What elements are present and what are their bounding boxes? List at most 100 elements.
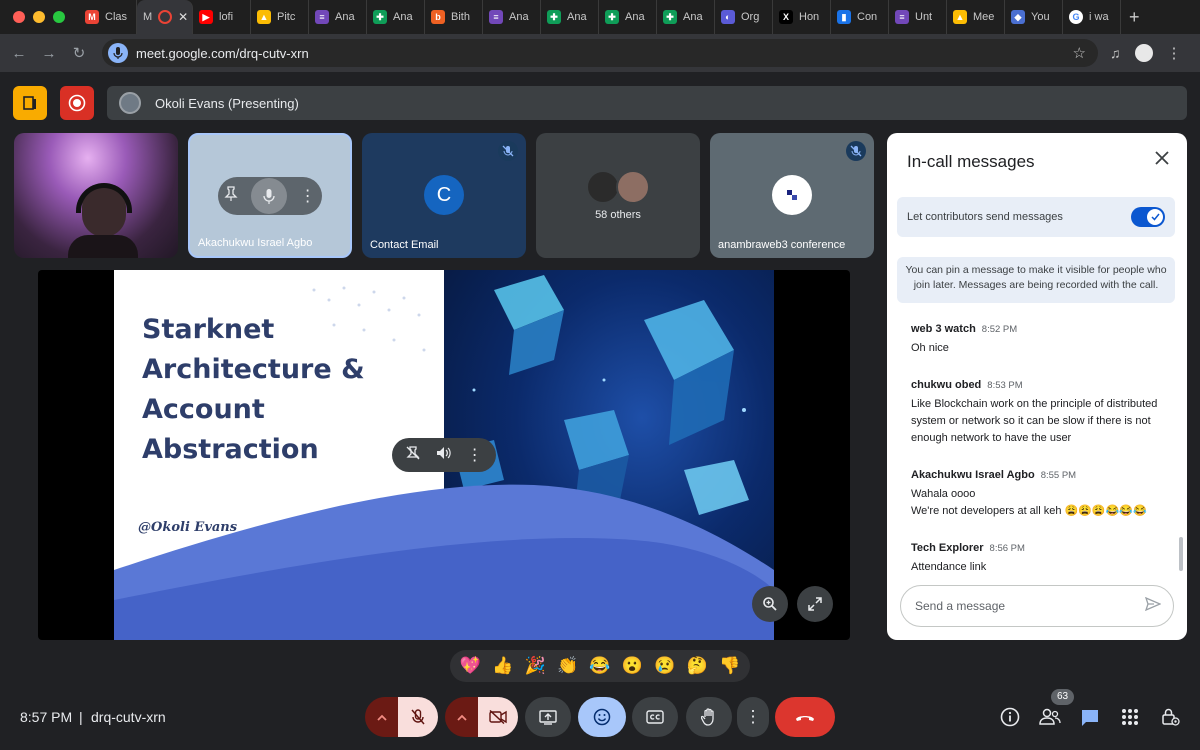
bookmark-star-icon[interactable]: ☆ xyxy=(1073,44,1086,62)
reaction-thumbs-down[interactable]: 👎 xyxy=(716,656,744,676)
browser-tab[interactable]: Gi wa xyxy=(1063,0,1121,34)
send-icon[interactable] xyxy=(1144,596,1162,616)
url-text[interactable]: meet.google.com/drq-cutv-xrn xyxy=(136,46,1073,61)
participant-tile-camera[interactable] xyxy=(14,133,178,258)
hand-icon xyxy=(701,708,714,726)
browser-tab[interactable]: ≡ Unt xyxy=(889,0,947,34)
maximize-window-button[interactable] xyxy=(53,11,65,23)
participant-tile-akachukwu[interactable]: ⋮ Akachukwu Israel Agbo xyxy=(188,133,352,258)
meeting-details-icon[interactable] xyxy=(998,705,1022,729)
browser-tab[interactable]: ✚ Ana xyxy=(599,0,657,34)
microphone-button[interactable] xyxy=(398,697,438,737)
allow-messages-toggle[interactable] xyxy=(1131,207,1165,227)
analytics-icon: ▮ xyxy=(837,10,851,24)
unpin-icon[interactable] xyxy=(405,445,421,466)
pin-icon[interactable] xyxy=(224,185,238,207)
people-icon[interactable] xyxy=(1038,705,1062,729)
message-text: Oh nice xyxy=(911,342,949,354)
host-controls-icon[interactable] xyxy=(1158,705,1182,729)
close-window-button[interactable] xyxy=(13,11,25,23)
participant-tile-others[interactable]: 58 others xyxy=(536,133,700,258)
browser-tab[interactable]: ≡ Ana xyxy=(309,0,367,34)
reaction-thumbs-up[interactable]: 👍 xyxy=(489,656,517,676)
close-panel-button[interactable] xyxy=(1155,151,1169,170)
app-icon: ◆ xyxy=(1011,10,1025,24)
browser-tab[interactable]: ▮ Con xyxy=(831,0,889,34)
more-options-icon[interactable]: ⋮ xyxy=(467,445,483,465)
back-icon[interactable]: ← xyxy=(4,45,34,62)
tab-label: Unt xyxy=(915,11,933,23)
volume-icon[interactable] xyxy=(436,446,452,465)
camera-button[interactable] xyxy=(478,697,518,737)
camera-off-icon xyxy=(489,710,507,724)
recording-button[interactable] xyxy=(60,86,94,120)
google-sheets-icon: ✚ xyxy=(373,10,387,24)
browser-tab[interactable]: b Bith xyxy=(425,0,483,34)
raise-hand-button[interactable] xyxy=(686,697,732,737)
browser-tab[interactable]: ▲ Pitc xyxy=(251,0,309,34)
media-control-icon[interactable]: ♫ xyxy=(1110,45,1121,61)
presentation-stage[interactable]: Starknet Architecture & Account Abstract… xyxy=(38,270,850,640)
reaction-sparkling-heart[interactable]: 💖 xyxy=(456,656,484,676)
browser-tab[interactable]: ≡ Ana xyxy=(483,0,541,34)
browser-tab[interactable]: ◐ Org xyxy=(715,0,773,34)
participant-name: anambraweb3 conference xyxy=(718,239,846,251)
zoom-button[interactable] xyxy=(752,586,788,622)
chat-icon[interactable] xyxy=(1078,705,1102,729)
video-options-button[interactable] xyxy=(445,697,478,737)
mic-off-icon xyxy=(411,709,425,725)
reaction-clapping[interactable]: 👏 xyxy=(554,656,582,676)
reaction-party-popper[interactable]: 🎉 xyxy=(521,656,549,676)
reaction-thinking[interactable]: 🤔 xyxy=(683,656,711,676)
tab-label: Org xyxy=(741,11,760,23)
chat-message: Tech Explorer 8:56 PM Attendance link xyxy=(911,542,1167,576)
more-options-icon[interactable]: ⋮ xyxy=(300,186,316,206)
participant-tile-contact-email[interactable]: C Contact Email xyxy=(362,133,526,258)
browser-tab[interactable]: M Clas xyxy=(79,0,137,34)
companion-mode-button[interactable] xyxy=(13,86,47,120)
close-tab-icon[interactable]: ✕ xyxy=(178,10,188,24)
browser-tab[interactable]: ✚ Ana xyxy=(657,0,715,34)
activities-icon[interactable] xyxy=(1118,705,1142,729)
current-time: 8:57 PM xyxy=(20,709,73,725)
browser-tab[interactable]: X Hon xyxy=(773,0,831,34)
leave-call-button[interactable] xyxy=(775,697,835,737)
audio-options-button[interactable] xyxy=(365,697,398,737)
address-bar[interactable]: meet.google.com/drq-cutv-xrn ☆ xyxy=(102,39,1098,67)
tab-label: Con xyxy=(857,11,878,23)
tab-label: lofi xyxy=(219,11,234,23)
check-icon xyxy=(1150,213,1160,221)
message-input[interactable] xyxy=(915,599,1145,613)
reload-icon[interactable]: ↻ xyxy=(64,44,94,62)
present-screen-button[interactable] xyxy=(525,697,571,737)
new-tab-button[interactable]: + xyxy=(1129,7,1140,28)
browser-tab[interactable]: ▶ lofi xyxy=(193,0,251,34)
reaction-surprised[interactable]: 😮 xyxy=(618,656,646,676)
profile-avatar[interactable] xyxy=(1134,44,1153,62)
captions-button[interactable] xyxy=(632,697,678,737)
browser-tab[interactable]: ✚ Ana xyxy=(367,0,425,34)
message-scrollbar[interactable] xyxy=(1179,537,1183,571)
presentation-controls: ⋮ xyxy=(392,438,496,472)
meet-recording-icon xyxy=(158,10,173,24)
browser-menu-icon[interactable]: ⋮ xyxy=(1167,44,1182,62)
browser-tab[interactable]: M ✕ xyxy=(137,0,193,34)
microphone-in-use-icon[interactable] xyxy=(108,43,128,63)
reaction-sad[interactable]: 😢 xyxy=(651,656,679,676)
fullscreen-button[interactable] xyxy=(797,586,833,622)
tab-label: Ana xyxy=(509,11,529,23)
browser-tab-bar: M Clas M ✕ ▶ lofi ▲ Pitc ≡ Ana ✚ Ana b Bith ≡ Ana ✚ Ana ✚ A… xyxy=(0,0,1200,34)
browser-tab[interactable]: ◆ You xyxy=(1005,0,1063,34)
participant-tile-anambraweb3[interactable]: anambraweb3 conference xyxy=(710,133,874,258)
reactions-button[interactable] xyxy=(578,697,626,737)
minimize-window-button[interactable] xyxy=(33,11,45,23)
browser-tab[interactable]: ▲ Mee xyxy=(947,0,1005,34)
reaction-laughing[interactable]: 😂 xyxy=(586,656,614,676)
mute-participant-icon[interactable] xyxy=(250,178,287,214)
browser-tab[interactable]: ✚ Ana xyxy=(541,0,599,34)
meet-top-bar: Okoli Evans (Presenting) xyxy=(0,86,1200,120)
presenter-bar[interactable]: Okoli Evans (Presenting) xyxy=(107,86,1187,120)
more-options-button[interactable]: ⋮ xyxy=(737,697,769,737)
tab-strip: M Clas M ✕ ▶ lofi ▲ Pitc ≡ Ana ✚ Ana b Bith ≡ Ana ✚ Ana ✚ A… xyxy=(79,0,1121,34)
forward-icon[interactable]: → xyxy=(34,45,64,62)
